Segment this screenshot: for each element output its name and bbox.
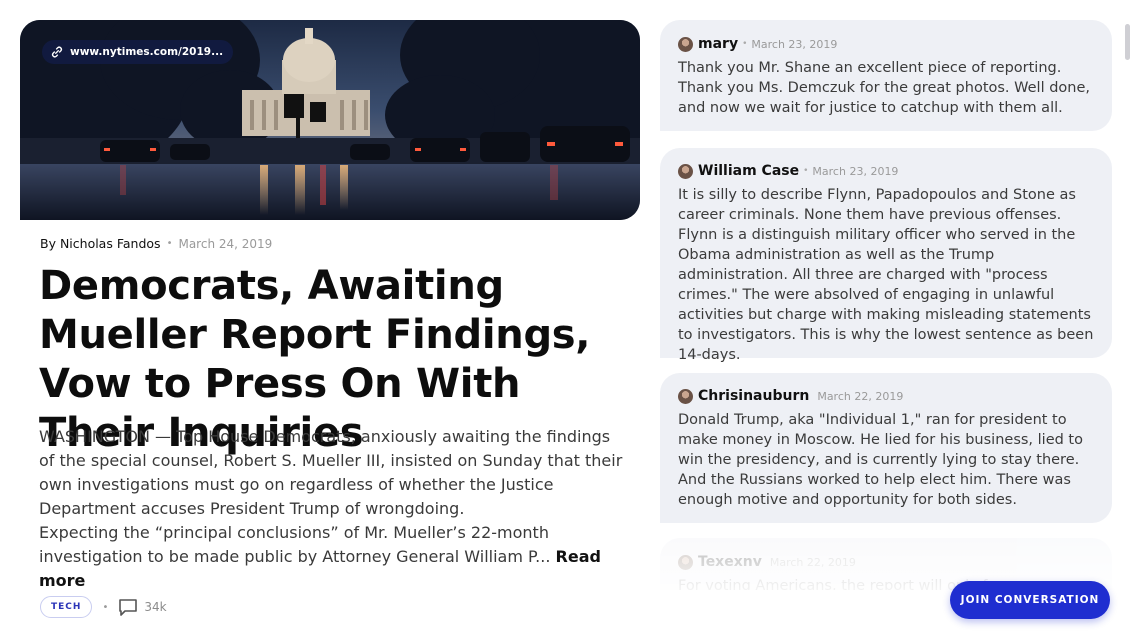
comment-date: March 23, 2019: [812, 164, 899, 178]
article-date: March 24, 2019: [178, 236, 273, 251]
article-url: www.nytimes.com/2019...: [70, 46, 224, 58]
commenter-name[interactable]: Chrisinauburn: [698, 388, 809, 404]
comments-panel[interactable]: mary • March 23, 2019 Thank you Mr. Shan…: [660, 20, 1112, 590]
commenter-name[interactable]: William Case: [698, 163, 799, 179]
comment-header: Chrisinauburn March 22, 2019: [678, 386, 1096, 406]
comment-card: William Case • March 23, 2019 It is sill…: [660, 148, 1112, 363]
article-excerpt: WASHINGTON — Top House Democrats, anxiou…: [39, 425, 624, 593]
commenter-name[interactable]: mary: [698, 36, 738, 52]
byline-separator: •: [166, 238, 173, 249]
avatar[interactable]: [678, 163, 693, 179]
comment-count-button[interactable]: 34k: [118, 598, 167, 616]
avatar[interactable]: [678, 388, 693, 404]
comment-date: March 22, 2019: [817, 389, 904, 403]
comments-scrollbar[interactable]: [1125, 24, 1130, 60]
comment-header: Texexnv March 22, 2019: [678, 552, 1096, 572]
comment-card: mary • March 23, 2019 Thank you Mr. Shan…: [660, 20, 1112, 131]
comment-header: William Case • March 23, 2019: [678, 161, 1096, 181]
comment-text: Donald Trump, aka "Individual 1," ran fo…: [678, 412, 1083, 508]
comment-text: Thank you Mr. Shane an excellent piece o…: [678, 60, 1091, 116]
author-name[interactable]: By Nicholas Fandos: [40, 236, 161, 251]
comment-count: 34k: [144, 600, 167, 614]
comment-text: It is silly to describe Flynn, Papadopou…: [678, 187, 1094, 363]
article-paragraph-1: WASHINGTON — Top House Democrats, anxiou…: [39, 427, 623, 518]
link-icon: [51, 46, 63, 58]
footer-separator: •: [102, 601, 109, 613]
avatar[interactable]: [678, 554, 693, 570]
comment-header: mary • March 23, 2019: [678, 34, 1096, 54]
article-paragraph-2: Expecting the “principal conclusions” of…: [39, 521, 624, 593]
comment-date: March 22, 2019: [769, 555, 856, 569]
category-tag[interactable]: TECH: [40, 596, 93, 618]
comment-card: Chrisinauburn March 22, 2019 Donald Trum…: [660, 373, 1112, 523]
comment-separator: •: [803, 166, 809, 176]
comment-separator: •: [742, 39, 748, 49]
byline: By Nicholas Fandos • March 24, 2019: [40, 236, 272, 251]
comment-bubble-icon: [119, 599, 138, 616]
article-footer: TECH • 34k: [40, 596, 167, 618]
avatar[interactable]: [678, 36, 693, 52]
commenter-name[interactable]: Texexnv: [698, 554, 762, 570]
comment-date: March 23, 2019: [751, 37, 838, 51]
article-url-pill[interactable]: www.nytimes.com/2019...: [42, 40, 234, 64]
article-hero-image[interactable]: www.nytimes.com/2019...: [20, 20, 640, 220]
join-conversation-button[interactable]: JOIN CONVERSATION: [950, 581, 1110, 619]
app-frame: www.nytimes.com/2019... By Nicholas Fand…: [0, 0, 1140, 640]
article-paragraph-2-text: Expecting the “principal conclusions” of…: [39, 523, 551, 566]
